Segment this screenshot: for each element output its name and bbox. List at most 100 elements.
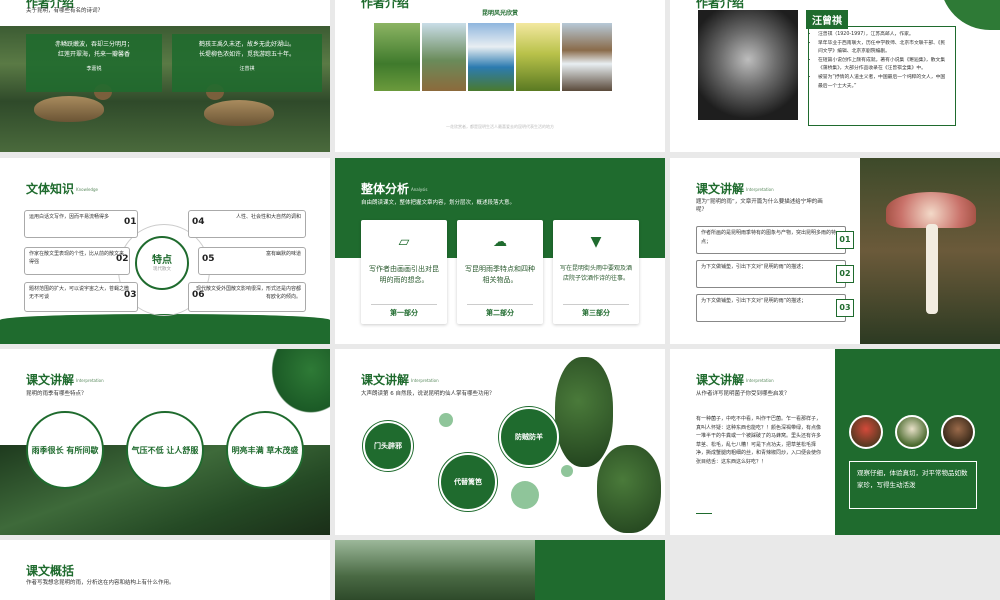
slide-title: 课文概括 [26,564,75,578]
slide-10[interactable]: 课文概括 作者写我想念昆明的雨，分析这在内容和结构上有什么作用。 [0,540,330,600]
card-text: 写昆明雨季特点和四种相关物品。 [465,265,535,284]
answer-row: 为下文做铺垫，引出下文对“昆明的雨”的描述； [696,260,846,288]
slide-title: 课文讲解 [361,373,410,387]
gallery-title: 昆明风光欣赏 [481,10,518,17]
slide-title-en: Interpretation [746,378,774,383]
knowledge-item: 运用白话文写作，因而平易流畅得多 [24,210,138,238]
card-label: 第二部分 [486,309,514,317]
green-panel: 观察仔细，体验真切，对平常物品如数家珍，写得生动活泼 [835,349,1000,535]
duck-shape [204,100,274,126]
slide-11[interactable] [335,540,665,600]
section-card[interactable]: ▼ 写在昆明街头雨中要观及酒店院子饮酒作诗的往事。 第三部分 [553,220,639,324]
mushroom-photo [860,158,1000,344]
slide-7[interactable]: 课文讲解 Interpretation 昆明的雨季有哪些特点？ 雨季很长 有所间歇… [0,349,330,535]
mushroom-thumb [941,415,975,449]
feature-circle: 明亮丰满 草木茂盛 [226,411,304,489]
center-label: 特点 [152,255,172,266]
quote-line: 鹤孩王禹久未还，故乡无此好湖山。 [198,41,295,48]
landscape-photo [373,22,421,92]
slide-title-en: Knowledge [76,187,99,192]
quote-box-right: 鹤孩王禹久未还，故乡无此好湖山。 长堤柳色浓如许，觅我游踪五十年。 汪曾祺 [172,34,322,92]
duck-shape [34,96,104,122]
author-bio: 汪曾祺（1920-1997），江苏高邮人，作家。 早年毕业于西南联大，历任中学教… [808,26,956,126]
quote-box-left: 赤鳞跃嫩波，吞却三分明月； 红莲开翠海，托来一瓣馨香 李嘉锐 [26,34,162,92]
landscape-photo [467,22,515,92]
feature-circle: 气压不低 让人舒服 [126,411,204,489]
slide-5[interactable]: 整体分析 Analysis 自由朗读课文，整体把握文章内容，划分层次，概述段落大意… [335,158,665,344]
mushroom-thumb [895,415,929,449]
card-label: 第一部分 [390,309,418,317]
bio-item: 早年毕业于西南联大，历任中学教师、北京市文联干部、《民间文学》编辑、北京京剧院编… [818,40,949,57]
slide-title: 整体分析 [361,182,410,196]
insight-box: 观察仔细，体验真切，对平常物品如数家珍，写得生动活泼 [849,461,977,509]
knowledge-num: 01 [124,217,137,227]
author-portrait [698,10,798,120]
slide-subtitle: 关于昆明，有哪些有名的诗词？ [26,8,104,14]
slide-8[interactable]: 课文讲解 Interpretation 大声朗读第 6 自然段，说说昆明的仙人掌有… [335,349,665,535]
mushroom-cap-shape [886,192,976,228]
easel-icon: ▱ [398,234,410,250]
bio-item: 汪曾祺（1920-1997），江苏高邮人，作家。 [818,31,949,40]
answer-row: 为下文做铺垫，引出下文对“昆明的雨”的描述； [696,294,846,322]
rain-cloud-icon: ☁ [493,234,507,250]
knowledge-num: 06 [192,290,205,300]
landscape-photo [515,22,561,92]
gallery-caption: 一花欣赏者，都是昆明生活人最喜爱去的昆明代表生活的地方 [446,124,554,129]
function-dot: 门头辟邪 [363,421,413,471]
cactus-pad-shape [555,357,613,467]
slide-6[interactable]: 课文讲解 Interpretation 题为“昆明的雨”，文章开篇为什么要描述给宁… [670,158,1000,344]
quote-author: 汪曾祺 [239,66,255,72]
slide-2[interactable]: 作者介绍 昆明风光欣赏 一花欣赏者，都是昆明生活人最喜爱去的昆明代表生活的地方 [335,0,665,152]
card-label: 第三部分 [582,309,610,317]
slide-title-en: Analysis [411,187,428,192]
cocktail-icon: ▼ [590,234,602,250]
bio-item: 被誉为“抒情的人道主义者，中国最后一个纯粹的文人，中国最后一个士大夫。” [818,74,949,91]
landscape-photo [421,22,467,92]
slide-subtitle: 从作者详写昆明菌子你受到哪些启发？ [696,391,790,397]
slide-title-en: Interpretation [411,378,439,383]
knowledge-num: 02 [116,254,129,264]
slide-title-en: Interpretation [746,187,774,192]
knowledge-num: 05 [202,254,215,264]
green-wave-decoration [0,314,330,344]
slide-subtitle: 大声朗读第 6 自然段，说说昆明的仙人掌有哪些功用？ [361,391,495,397]
slide-title: 课文讲解 [26,373,75,387]
slide-1[interactable]: 作者介绍 关于昆明，有哪些有名的诗词？ 赤鳞跃嫩波，吞却三分明月； 红莲开翠海，… [0,0,330,152]
quote-line: 赤鳞跃嫩波，吞却三分明月； [54,41,133,48]
knowledge-item: 作家在散文里表现的个性，比从前的散文来得强 [24,247,130,275]
answer-row: 作者所画的是昆明雨季特有的图象与产物，突出昆明多雨的特点； [696,226,846,254]
mushroom-thumb [849,415,883,449]
slide-subtitle: 作者写我想念昆明的雨，分析这在内容和结构上有什么作用。 [26,580,175,586]
monstera-leaf-decoration [266,349,330,419]
bio-item: 在短篇小说创作上颇有成就。著有小说集《邂逅集》，散文集《蒲桥集》，大部分作品收录… [818,57,949,74]
article-excerpt: 有一种菌子，中吃不中看，叫作干巴菌。乍一看那样子，真叫人怀疑：这种东西也能吃？！… [696,416,822,465]
slide-9[interactable]: 课文讲解 Interpretation 从作者详写昆明菌子你受到哪些启发？ 有一种… [670,349,1000,535]
slide-3[interactable]: 作者介绍 汪曾祺 汪曾祺（1920-1997），江苏高邮人，作家。 早年毕业于西… [670,0,1000,152]
slide-title-en: Interpretation [76,378,104,383]
knowledge-item: 人性、社会性和大自然的调和 [188,210,306,238]
forest-photo [335,540,535,600]
slide-grid: 作者介绍 关于昆明，有哪些有名的诗词？ 赤鳞跃嫩波，吞却三分明月； 红莲开翠海，… [0,0,1000,600]
knowledge-num: 04 [192,217,205,227]
slide-title: 课文讲解 [696,182,745,196]
feature-circle: 雨季很长 有所间歇 [26,411,104,489]
section-card[interactable]: ☁ 写昆明雨季特点和四种相关物品。 第二部分 [457,220,543,324]
quote-line: 长堤柳色浓如许，觅我游踪五十年。 [198,51,295,58]
answer-num: 02 [836,265,854,283]
card-text: 写作者由画画引出对昆明的雨的想念。 [369,265,439,284]
landscape-photo [561,22,613,92]
function-dot: 防贼防羊 [499,407,559,467]
mushroom-stem-shape [926,224,938,314]
knowledge-num: 03 [124,290,137,300]
slide-subtitle: 昆明的雨季有哪些特点？ [26,391,87,397]
quote-line: 红莲开翠海，托来一瓣馨香 [57,51,130,58]
card-text: 写在昆明街头雨中要观及酒店院子饮酒作诗的往事。 [559,265,632,282]
answer-num: 03 [836,299,854,317]
slide-4[interactable]: 文体知识 Knowledge 特点 现代散文 运用白话文写作，因而平易流畅得多 0… [0,158,330,344]
slide-title: 课文讲解 [696,373,745,387]
slide-title: 文体知识 [26,182,75,196]
slide-subtitle: 自由朗读课文，整体把握文章内容，划分层次，概述段落大意。 [361,200,516,206]
section-card[interactable]: ▱ 写作者由画画引出对昆明的雨的想念。 第一部分 [361,220,447,324]
knowledge-item: 题材范围的扩大，可以说宇宙之大，苍蝇之微无不可谈 [24,282,138,312]
knowledge-item: 现代散文受外国散文影响很深，形式还是内容都有欧化的倾向。 [188,282,306,312]
